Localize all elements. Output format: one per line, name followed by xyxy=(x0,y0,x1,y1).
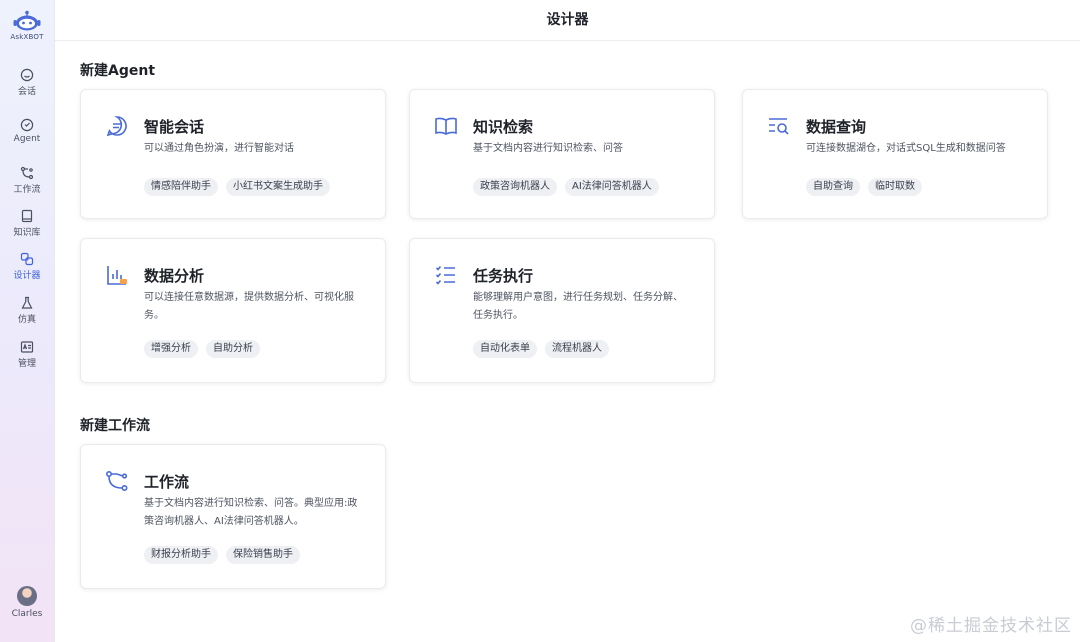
tag-chip[interactable]: 情感陪伴助手 xyxy=(144,178,218,196)
sidebar-item-label: Agent xyxy=(13,134,41,144)
designer-icon xyxy=(20,252,34,266)
robot-logo-icon xyxy=(13,10,41,31)
admin-icon xyxy=(20,341,34,353)
sidebar-item-workflow[interactable]: 工作流 xyxy=(0,166,54,195)
sidebar-item-chat[interactable]: 会话 xyxy=(0,68,54,97)
avatar[interactable] xyxy=(17,586,37,606)
chat-bubble-icon xyxy=(106,116,127,137)
section-title-agent: 新建Agent xyxy=(80,63,156,79)
workflow-icon xyxy=(20,166,34,180)
sidebar: AskXBOT 会话 Agent 工作流 知识库 设计器 仿真 管理 Clarl… xyxy=(0,0,55,642)
user-profile[interactable]: Clarles xyxy=(0,586,54,619)
card-title: 工作流 xyxy=(144,473,190,491)
card-tags: 增强分析 自助分析 xyxy=(144,340,260,358)
card-tags: 情感陪伴助手 小红书文案生成助手 xyxy=(144,178,330,196)
sidebar-item-agent[interactable]: Agent xyxy=(0,118,54,144)
card-description: 基于文档内容进行知识检索、问答 xyxy=(473,143,623,154)
card-title: 数据分析 xyxy=(144,267,205,285)
tag-chip[interactable]: 自助查询 xyxy=(806,178,860,196)
card-description: 可以连接任意数据源，提供数据分析、可视化服务。 xyxy=(144,292,354,321)
user-name: Clarles xyxy=(11,609,43,619)
tag-chip[interactable]: 小红书文案生成助手 xyxy=(226,178,330,196)
list-search-icon xyxy=(769,118,789,135)
page-title: 设计器 xyxy=(55,0,1080,41)
tag-chip[interactable]: 保险销售助手 xyxy=(226,546,300,564)
agent-icon xyxy=(20,118,34,132)
card-data-analysis[interactable]: 数据分析 可以连接任意数据源，提供数据分析、可视化服务。 增强分析 自助分析 xyxy=(80,238,386,383)
card-data-query[interactable]: 数据查询 可连接数据湖仓，对话式SQL生成和数据问答 自助查询 临时取数 xyxy=(742,89,1048,219)
tag-chip[interactable]: 自助分析 xyxy=(206,340,260,358)
tag-chip[interactable]: 增强分析 xyxy=(144,340,198,358)
card-title: 数据查询 xyxy=(806,118,867,136)
card-description: 能够理解用户意图，进行任务规划、任务分解、任务执行。 xyxy=(473,292,683,321)
card-description: 可连接数据湖仓，对话式SQL生成和数据问答 xyxy=(806,143,1006,154)
knowledge-icon xyxy=(21,209,33,223)
card-task-execution[interactable]: 任务执行 能够理解用户意图，进行任务规划、任务分解、任务执行。 自动化表单 流程… xyxy=(409,238,715,383)
sidebar-item-label: 会话 xyxy=(17,87,36,97)
tag-chip[interactable]: 流程机器人 xyxy=(545,340,609,358)
sidebar-item-admin[interactable]: 管理 xyxy=(0,340,54,369)
sidebar-item-label: 仿真 xyxy=(17,315,36,325)
checklist-icon xyxy=(435,265,455,285)
sidebar-item-label: 知识库 xyxy=(13,228,41,238)
bar-chart-icon xyxy=(107,266,127,285)
card-tags: 政策咨询机器人 AI法律问答机器人 xyxy=(473,178,659,196)
tag-chip[interactable]: 自动化表单 xyxy=(473,340,537,358)
card-title: 任务执行 xyxy=(473,267,534,285)
card-knowledge-retrieval[interactable]: 知识检索 基于文档内容进行知识检索、问答 政策咨询机器人 AI法律问答机器人 xyxy=(409,89,715,219)
sidebar-item-knowledge[interactable]: 知识库 xyxy=(0,209,54,238)
sidebar-item-label: 工作流 xyxy=(13,185,41,195)
card-title: 智能会话 xyxy=(144,118,205,136)
chat-icon xyxy=(20,68,34,82)
tag-chip[interactable]: 财报分析助手 xyxy=(144,546,218,564)
flask-icon xyxy=(21,296,33,309)
open-book-icon xyxy=(435,117,457,135)
logo-text: AskXBOT xyxy=(10,33,44,41)
sidebar-item-label: 设计器 xyxy=(13,271,41,281)
card-title: 知识检索 xyxy=(473,118,534,136)
card-tags: 自动化表单 流程机器人 xyxy=(473,340,609,358)
card-description: 可以通过角色扮演，进行智能对话 xyxy=(144,143,294,154)
workflow-icon xyxy=(105,470,128,491)
card-tags: 自助查询 临时取数 xyxy=(806,178,922,196)
tag-chip[interactable]: AI法律问答机器人 xyxy=(565,178,659,196)
section-title-workflow: 新建工作流 xyxy=(80,418,150,434)
sidebar-item-simulation[interactable]: 仿真 xyxy=(0,296,54,325)
sidebar-item-label: 管理 xyxy=(17,359,36,369)
watermark: @稀土掘金技术社区 xyxy=(910,616,1072,636)
app-logo[interactable]: AskXBOT xyxy=(0,10,54,41)
sidebar-item-designer[interactable]: 设计器 xyxy=(0,252,54,281)
tag-chip[interactable]: 临时取数 xyxy=(868,178,922,196)
card-tags: 财报分析助手 保险销售助手 xyxy=(144,546,300,564)
tag-chip[interactable]: 政策咨询机器人 xyxy=(473,178,557,196)
card-workflow[interactable]: 工作流 基于文档内容进行知识检索、问答。典型应用:政策咨询机器人、AI法律问答机… xyxy=(80,444,386,589)
card-description: 基于文档内容进行知识检索、问答。典型应用:政策咨询机器人、AI法律问答机器人。 xyxy=(144,498,358,527)
card-smart-chat[interactable]: 智能会话 可以通过角色扮演，进行智能对话 情感陪伴助手 小红书文案生成助手 xyxy=(80,89,386,219)
